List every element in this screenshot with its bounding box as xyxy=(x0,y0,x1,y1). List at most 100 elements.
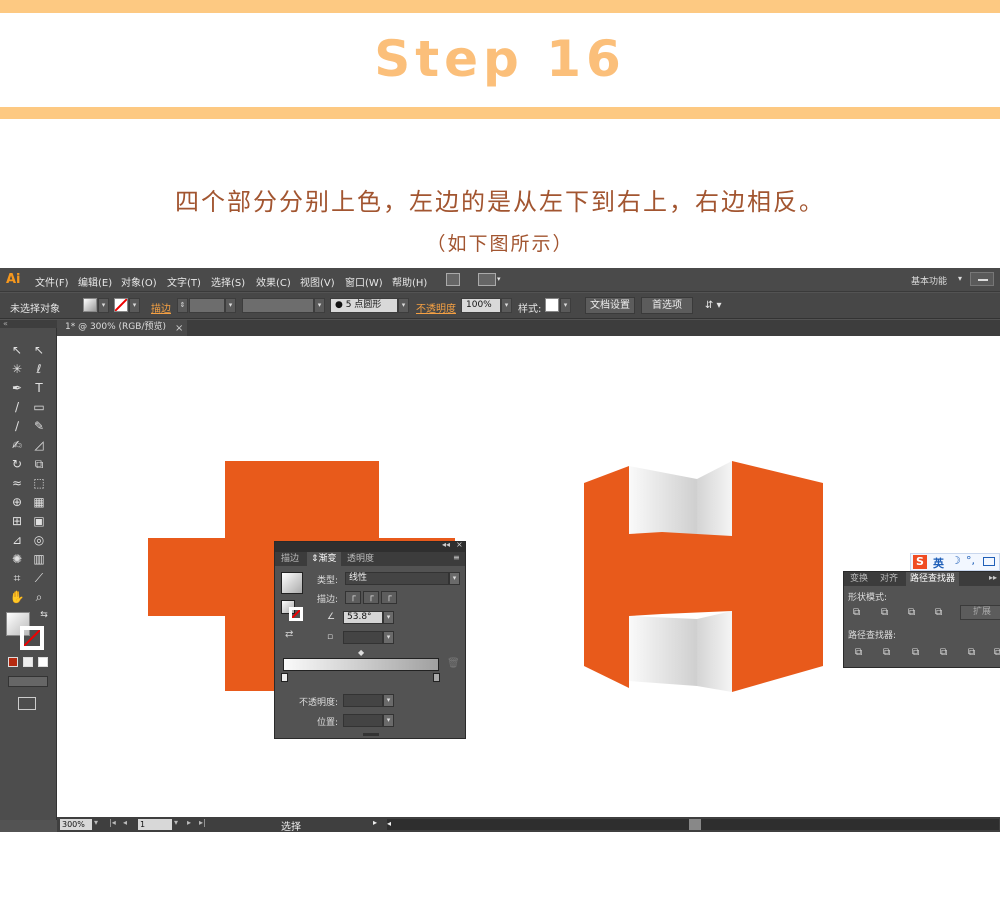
mesh-tool-icon[interactable]: ⊞ xyxy=(9,513,25,529)
delete-stop-icon[interactable]: 🗑 xyxy=(447,658,460,669)
paintbrush-tool-icon[interactable]: ∕ xyxy=(9,418,25,434)
magic-wand-tool-icon[interactable]: ✳ xyxy=(9,361,25,377)
outline-icon[interactable]: ⧉ xyxy=(968,647,975,658)
tab-transform[interactable]: 变换 xyxy=(846,572,872,586)
bridge-icon[interactable] xyxy=(446,273,460,286)
type-caret-icon[interactable]: ▾ xyxy=(449,572,460,585)
menu-help[interactable]: 帮助(H) xyxy=(392,274,427,289)
eraser-tool-icon[interactable]: ◿ xyxy=(31,437,47,453)
opacity-field[interactable]: 100% xyxy=(461,298,501,313)
draw-mode-icon[interactable] xyxy=(8,676,48,687)
rectangle-tool-icon[interactable]: ▭ xyxy=(31,399,47,415)
page-caret-icon[interactable]: ▾ xyxy=(174,818,178,827)
scroll-left-icon[interactable]: ◂ xyxy=(387,819,391,828)
trim-icon[interactable]: ⧉ xyxy=(883,647,890,658)
gradient-preview-swatch[interactable] xyxy=(281,572,303,594)
type-tool-icon[interactable]: T xyxy=(31,380,47,396)
arrange-icon[interactable]: ⇵ ▾ xyxy=(705,300,722,311)
close-panel-icon[interactable]: × xyxy=(456,540,463,549)
variable-width-dropdown[interactable] xyxy=(242,298,314,313)
close-icon[interactable]: × xyxy=(175,321,183,336)
unite-icon[interactable]: ⧉ xyxy=(853,607,860,618)
shape-builder-tool-icon[interactable]: ⊕ xyxy=(9,494,25,510)
slice-tool-icon[interactable]: ⟋ xyxy=(31,570,47,586)
scrollbar-thumb[interactable] xyxy=(689,819,701,830)
zoom-caret-icon[interactable]: ▾ xyxy=(94,818,98,827)
punctuation-icon[interactable]: °, xyxy=(966,554,975,567)
arrange-caret-icon[interactable]: ▾ xyxy=(497,275,501,283)
stroke-across-icon[interactable]: ┌ xyxy=(381,591,397,604)
document-setup-button[interactable]: 文档设置 xyxy=(585,297,635,314)
stroke-label[interactable]: 描边 xyxy=(151,300,171,315)
preferences-button[interactable]: 首选项 xyxy=(641,297,693,314)
angle-field[interactable]: 53.8° xyxy=(343,611,383,624)
menu-window[interactable]: 窗口(W) xyxy=(345,274,383,289)
color-mode-icon[interactable] xyxy=(8,657,18,667)
artboard-tool-icon[interactable]: ⌗ xyxy=(9,570,25,586)
gradient-stop-right-icon[interactable] xyxy=(433,673,440,682)
type-dropdown[interactable]: 线性 xyxy=(345,572,449,585)
line-tool-icon[interactable]: / xyxy=(9,399,25,415)
hand-tool-icon[interactable]: ✋ xyxy=(9,589,25,605)
none-mode-icon[interactable] xyxy=(38,657,48,667)
status-menu-icon[interactable]: ▸ xyxy=(373,818,377,827)
angle-caret-icon[interactable]: ▾ xyxy=(383,611,394,624)
next-page-icon[interactable]: ▸ xyxy=(187,818,191,827)
stroke-along-icon[interactable]: ┌ xyxy=(363,591,379,604)
stroke-color-icon[interactable] xyxy=(20,626,44,650)
crop-icon[interactable]: ⧉ xyxy=(940,647,947,658)
document-tab[interactable]: 1* @ 300% (RGB/预览) × xyxy=(57,320,187,336)
gradient-tool-icon[interactable]: ▣ xyxy=(31,513,47,529)
half-width-icon[interactable]: ☽ xyxy=(951,554,961,567)
selection-tool-icon[interactable]: ↖ xyxy=(9,342,25,358)
stroke-caret-icon[interactable]: ▾ xyxy=(129,298,140,313)
stroke-weight-stepper[interactable]: ⇕ xyxy=(177,298,188,313)
gradient-slider[interactable] xyxy=(283,658,439,671)
horizontal-scrollbar[interactable]: ◂ xyxy=(387,819,999,830)
style-caret-icon[interactable]: ▾ xyxy=(560,298,571,313)
prev-page-icon[interactable]: ◂ xyxy=(123,818,127,827)
page-field[interactable]: 1 xyxy=(138,819,172,830)
tab-transparency[interactable]: 透明度 xyxy=(343,552,378,566)
panel-collapse-icon[interactable]: ▸▸ xyxy=(989,573,997,582)
stroke-swatch-none[interactable] xyxy=(114,298,128,312)
perspective-grid-tool-icon[interactable]: ▦ xyxy=(31,494,47,510)
gradient-stop-left-icon[interactable] xyxy=(281,673,288,682)
chevron-down-icon[interactable]: ▾ xyxy=(958,274,962,283)
stroke-weight-field[interactable] xyxy=(189,298,225,313)
menu-view[interactable]: 视图(V) xyxy=(300,274,335,289)
scale-tool-icon[interactable]: ⧉ xyxy=(31,456,47,472)
minimize-icon[interactable] xyxy=(970,272,994,286)
variable-width-caret-icon[interactable]: ▾ xyxy=(314,298,325,313)
minus-back-icon[interactable]: ⧉ xyxy=(994,647,1000,658)
midpoint-diamond-icon[interactable]: ◆ xyxy=(358,648,364,657)
opacity-caret-icon[interactable]: ▾ xyxy=(383,694,394,707)
fill-caret-icon[interactable]: ▾ xyxy=(98,298,109,313)
tab-pathfinder[interactable]: 路径查找器 xyxy=(906,572,960,586)
menu-effect[interactable]: 效果(C) xyxy=(256,274,291,289)
merge-icon[interactable]: ⧉ xyxy=(912,647,919,658)
workspace-switcher[interactable]: 基本功能 xyxy=(911,274,947,287)
exclude-icon[interactable]: ⧉ xyxy=(935,607,942,618)
opacity-caret-icon[interactable]: ▾ xyxy=(501,298,512,313)
blend-tool-icon[interactable]: ◎ xyxy=(31,532,47,548)
tab-stroke[interactable]: 描边 xyxy=(277,552,303,566)
lasso-tool-icon[interactable]: ℓ xyxy=(31,361,47,377)
menu-type[interactable]: 文字(T) xyxy=(167,274,201,289)
resize-grip-icon[interactable] xyxy=(363,733,379,736)
width-tool-icon[interactable]: ≈ xyxy=(9,475,25,491)
opacity-field[interactable] xyxy=(343,694,383,707)
zoom-tool-icon[interactable]: ⌕ xyxy=(31,589,47,605)
eyedropper-tool-icon[interactable]: ⊿ xyxy=(9,532,25,548)
zoom-field[interactable]: 300% xyxy=(60,819,92,830)
symbol-sprayer-tool-icon[interactable]: ✺ xyxy=(9,551,25,567)
free-transform-tool-icon[interactable]: ⬚ xyxy=(31,475,47,491)
first-page-icon[interactable]: |◂ xyxy=(109,818,116,827)
collapse-icon[interactable]: « xyxy=(0,320,57,328)
tab-gradient[interactable]: ⇕渐变 xyxy=(307,552,341,566)
style-swatch[interactable] xyxy=(545,298,559,312)
gradient-mode-icon[interactable] xyxy=(23,657,33,667)
tab-align[interactable]: 对齐 xyxy=(876,572,902,586)
pencil-tool-icon[interactable]: ✎ xyxy=(31,418,47,434)
blob-brush-tool-icon[interactable]: ✍ xyxy=(9,437,25,453)
